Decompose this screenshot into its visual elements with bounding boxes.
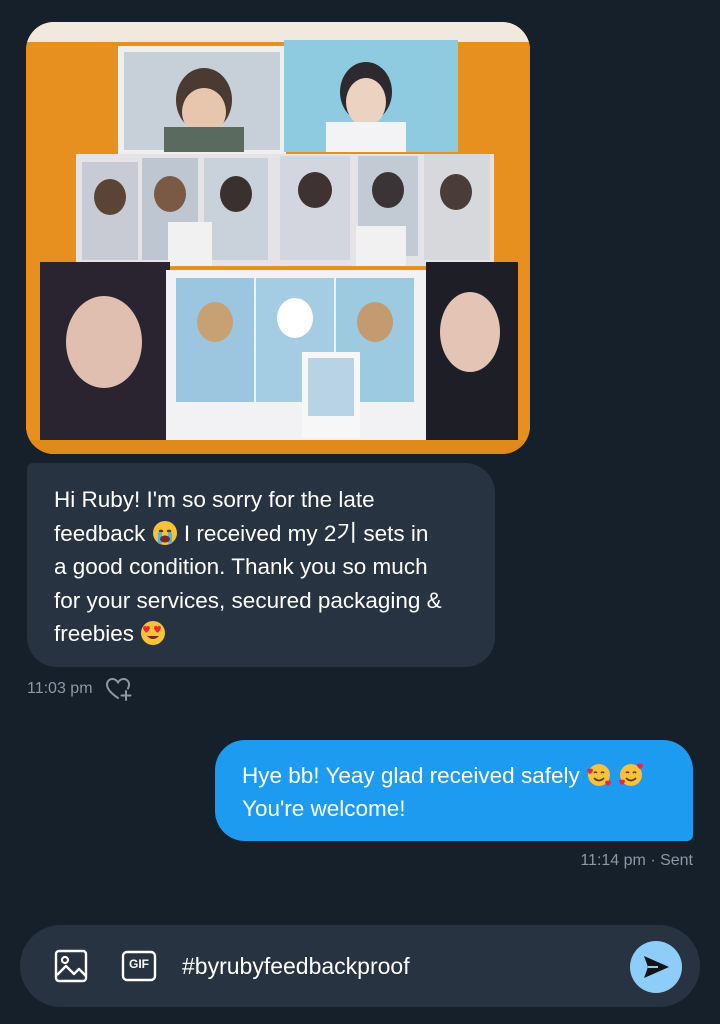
sent-line-2: You're welcome! xyxy=(242,796,406,821)
gif-icon[interactable]: GIF xyxy=(121,948,157,984)
heart-plus-icon[interactable] xyxy=(105,676,133,702)
received-line-4: for your services, secured packaging & xyxy=(54,587,442,613)
received-line-3: a good condition. Thank you so much xyxy=(54,554,428,579)
received-time: 11:03 pm xyxy=(27,680,93,697)
received-line-2a: feedback xyxy=(54,520,146,546)
heart-eyes-face-icon xyxy=(140,620,166,646)
received-line-5-text: freebies xyxy=(54,621,135,646)
message-composer[interactable]: GIF #byrubyfeedbackproof xyxy=(20,925,700,1007)
received-line-2: feedback I received my 2기 sets in xyxy=(54,517,471,551)
photo-image xyxy=(26,22,530,454)
received-line-1: Hi Ruby! I'm so sorry for the late xyxy=(54,487,375,512)
sent-line-1-text: Hye bb! Yeay glad received safely xyxy=(242,763,580,788)
received-line-5: freebies xyxy=(54,617,471,651)
received-photo[interactable] xyxy=(26,22,530,454)
received-meta: 11:03 pm xyxy=(27,676,133,702)
sent-line-1: Hye bb! Yeay glad received safely xyxy=(242,759,673,792)
received-message-bubble[interactable]: Hi Ruby! I'm so sorry for the late feedb… xyxy=(27,463,495,667)
send-button[interactable] xyxy=(630,941,682,993)
sent-meta: 11:14 pm · Sent xyxy=(580,852,693,869)
smiling-face-with-hearts-icon xyxy=(618,762,644,788)
send-icon xyxy=(644,956,669,978)
gif-label: GIF xyxy=(129,957,149,971)
sent-message-bubble[interactable]: Hye bb! Yeay glad received safely You're… xyxy=(215,740,693,841)
smiling-face-with-hearts-icon xyxy=(586,762,612,788)
received-line-2b: I received my 2기 sets in xyxy=(183,520,429,546)
loudly-crying-face-icon xyxy=(152,520,178,546)
image-icon[interactable] xyxy=(53,948,89,984)
message-input[interactable]: #byrubyfeedbackproof xyxy=(182,951,410,981)
